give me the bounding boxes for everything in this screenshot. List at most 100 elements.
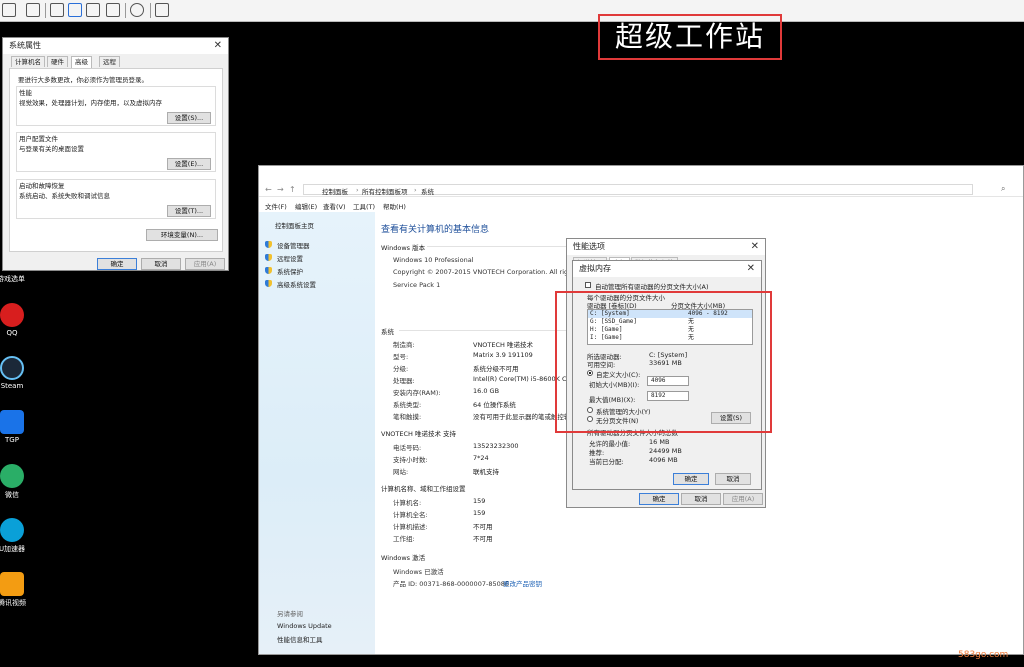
breadcrumb-item[interactable]: 系统 [421,186,434,196]
search-icon[interactable]: ⌕ [1001,184,1005,194]
windows-edition-value: Windows 10 Professional [393,256,474,264]
cancel-button[interactable]: 取消 [141,258,181,270]
ok-button[interactable]: 确定 [673,473,709,485]
desktop-icon-game-menu[interactable]: 游戏选单 [0,274,30,284]
apply-button[interactable]: 应用(A) [723,493,763,505]
u-accelerator-icon [0,518,24,542]
sidebar-item-device-manager[interactable]: 设备管理器 [265,240,310,250]
toolbar-divider [150,3,151,18]
desktop-icon-tgp[interactable]: TGP [0,410,31,444]
dialog-titlebar: 虚拟内存 ✕ [573,261,761,277]
desktop-icon-label: QQ [6,329,18,337]
section-computer-name: 计算机名称、域和工作组设置 [381,485,466,493]
admin-note: 要进行大多数更改，你必须作为管理员登录。 [18,76,148,84]
close-selection-icon[interactable] [155,3,169,17]
sidebar-item-protection[interactable]: 系统保护 [265,266,303,276]
system-value: Matrix 3.9 191109 [473,351,533,359]
checkbox-label: 自动管理所有驱动器的分页文件大小(A) [595,283,709,291]
group-title: 用户配置文件 [19,135,58,143]
select-area-icon[interactable] [68,3,82,17]
system-key: 分级: [393,365,409,373]
close-icon[interactable]: ✕ [747,261,755,277]
steam-icon [0,356,24,380]
menu-tools[interactable]: 工具(T) [353,201,375,211]
forward-arrow-icon[interactable]: → [277,185,284,194]
apply-button[interactable]: 应用(A) [185,258,225,270]
close-icon[interactable]: ✕ [751,239,759,255]
system-value: 64 位操作系统 [473,401,516,409]
dialog-title: 虚拟内存 [579,264,611,273]
system-value: 16.0 GB [473,387,500,395]
tab-computer-name[interactable]: 计算机名 [11,56,45,67]
computer-value: 159 [473,509,486,517]
startup-settings-button[interactable]: 设置(T)... [167,205,211,217]
desktop-icon-qq[interactable]: QQ [0,303,31,337]
menu-view[interactable]: 查看(V) [323,201,346,211]
rating-link[interactable]: 系统分级不可用 [473,363,519,373]
group-title: 性能 [19,89,32,97]
sidebar-item-remote[interactable]: 远程设置 [265,253,303,263]
crop-icon[interactable] [2,3,16,17]
computer-key: 计算机全名: [393,511,428,519]
sidebar-item-advanced[interactable]: 高级系统设置 [265,279,316,289]
refresh-icon[interactable] [130,3,144,17]
cancel-button[interactable]: 取消 [681,493,721,505]
change-key-link[interactable]: 更改产品密钥 [503,578,542,588]
shield-icon [265,266,272,274]
menu-edit[interactable]: 编辑(E) [295,201,317,211]
perf-tools-link[interactable]: 性能信息和工具 [277,634,323,644]
auto-manage-checkbox[interactable]: 自动管理所有驱动器的分页文件大小(A) [585,281,709,291]
edit-icon[interactable] [106,3,120,17]
current-label: 当前已分配: [589,458,624,466]
ok-button[interactable]: 确定 [639,493,679,505]
computer-value: 不可用 [473,535,493,543]
sidebar-link-label: 设备管理器 [277,242,310,250]
online-support-link[interactable]: 联机支持 [473,466,499,476]
cancel-button[interactable]: 取消 [715,473,751,485]
breadcrumb-item[interactable]: 所有控制面板项 [362,186,408,196]
sidebar-link-label: 高级系统设置 [277,281,316,289]
sidebar-home-link[interactable]: 控制面板主页 [275,220,314,230]
settings-icon[interactable] [86,3,100,17]
section-activation: Windows 激活 [381,554,426,562]
desktop-icon-wechat[interactable]: 微信 [0,464,31,500]
viewer-toolbar [0,0,1024,22]
tab-advanced[interactable]: 高级 [71,56,92,68]
sidebar-link-label: 远程设置 [277,255,303,263]
qq-penguin-icon [0,303,24,327]
system-key: 笔和触摸: [393,413,422,421]
image-icon[interactable] [26,3,40,17]
computer-value: 159 [473,497,486,505]
profile-settings-button[interactable]: 设置(E)... [167,158,211,170]
performance-settings-button[interactable]: 设置(S)... [167,112,211,124]
desktop-icon-tencent-video[interactable]: 腾讯视频 [0,572,31,608]
toolbar-divider [125,3,126,18]
support-value: 13523232300 [473,442,519,450]
support-value: 7*24 [473,454,489,462]
breadcrumb[interactable]: 控制面板 › 所有控制面板项 › 系统 [303,184,973,196]
breadcrumb-item[interactable]: 控制面板 [322,186,348,196]
wechat-icon [0,464,24,488]
menu-file[interactable]: 文件(F) [265,201,287,211]
up-arrow-icon[interactable]: ↑ [289,185,296,194]
desktop-icon-steam[interactable]: Steam [0,356,31,390]
tab-remote[interactable]: 远程 [99,56,120,67]
dialog-title: 系统属性 [9,41,41,50]
tgp-icon [0,410,24,434]
min-value: 16 MB [649,438,670,446]
menu-help[interactable]: 帮助(H) [383,201,406,211]
dialog-titlebar: 系统属性 ✕ [3,38,228,54]
system-key: 制造商: [393,341,415,349]
environment-variables-button[interactable]: 环境变量(N)... [146,229,218,241]
highlight-box [555,291,772,433]
back-arrow-icon[interactable]: ← [265,185,272,194]
windows-update-link[interactable]: Windows Update [277,622,332,630]
close-icon[interactable]: ✕ [214,38,222,54]
tab-strip: 计算机名 硬件 高级 远程 [9,56,219,68]
desktop-icon-label: TGP [5,436,19,444]
desktop-icon-u-accelerator[interactable]: U加速器 [0,518,31,554]
tab-hardware[interactable]: 硬件 [47,56,68,67]
watermark-title: 超级工作站 [598,14,782,60]
ok-button[interactable]: 确定 [97,258,137,270]
fit-screen-icon[interactable] [50,3,64,17]
